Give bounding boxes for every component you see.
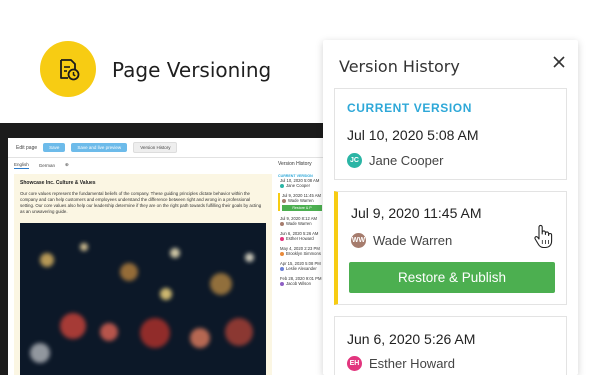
page-versioning-badge (40, 41, 96, 97)
avatar (282, 198, 286, 203)
close-icon[interactable] (551, 54, 567, 70)
sidebar-version-user: Esther Howard (286, 236, 314, 241)
avatar: JC (347, 153, 362, 168)
version-author: JC Jane Cooper (347, 153, 443, 168)
avatar (280, 251, 284, 256)
avatar (280, 221, 284, 226)
editor-content: Showcase Inc. Culture & Values Our core … (14, 174, 272, 375)
panel-title: Version History (339, 57, 460, 76)
editor-window: Edit page Save Save and live preview Ver… (8, 138, 335, 375)
version-author-name: Wade Warren (373, 233, 453, 248)
tab-english[interactable]: English (14, 162, 29, 169)
tab-german[interactable]: German (39, 163, 55, 168)
city-lights-image (20, 223, 266, 375)
sidebar-version-user: Wade Warren (286, 221, 312, 226)
avatar: WW (351, 233, 366, 248)
editor-title: Edit page (16, 144, 38, 151)
editor-toolbar: Edit page Save Save and live preview Ver… (8, 138, 335, 158)
version-author: EH Esther Howard (347, 356, 455, 371)
sidebar-version-user: Brooklyn Simmons (286, 251, 321, 256)
version-author-name: Esther Howard (369, 356, 455, 371)
sidebar-version-user: Jacob Wilson (286, 281, 311, 286)
content-paragraph: Our core values represent the fundamenta… (20, 191, 262, 214)
page: Page Versioning Edit page Save Save and … (0, 0, 600, 375)
version-history-panel: Version History CURRENT VERSION Jul 10, … (323, 40, 578, 375)
sidebar-version-user: Leslie Alexander (286, 266, 317, 271)
version-date: Jul 9, 2020 11:45 AM (351, 205, 482, 221)
current-version-label: CURRENT VERSION (347, 101, 473, 115)
avatar (280, 236, 284, 241)
restore-and-publish-button[interactable]: Restore & Publish (349, 262, 555, 293)
version-card[interactable]: Jun 6, 2020 5:26 AM EH Esther Howard (334, 316, 567, 375)
add-tab-icon[interactable]: ⊕ (65, 162, 69, 168)
page-title: Page Versioning (112, 58, 272, 82)
version-author-name: Jane Cooper (369, 153, 444, 168)
editor-language-tabs: English German ⊕ (14, 160, 69, 170)
current-version-card[interactable]: CURRENT VERSION Jul 10, 2020 5:08 AM JC … (334, 88, 567, 180)
selected-version-card[interactable]: Jul 9, 2020 11:45 AM WW Wade Warren Rest… (334, 191, 567, 305)
version-date: Jul 10, 2020 5:08 AM (347, 127, 479, 143)
version-date: Jun 6, 2020 5:26 AM (347, 331, 476, 347)
sidebar-version-user: Jane Cooper (286, 183, 310, 188)
sidebar-restore-button[interactable]: Restore & P (282, 205, 322, 211)
editor-save-button[interactable]: Save (43, 143, 66, 152)
page-clock-icon (60, 59, 80, 81)
sidebar-version-user: Wade Warren (288, 198, 314, 203)
avatar: EH (347, 356, 362, 371)
version-author: WW Wade Warren (351, 233, 452, 248)
hand-cursor-icon (534, 224, 553, 249)
avatar (280, 183, 284, 188)
content-title: Showcase Inc. Culture & Values (20, 180, 96, 186)
editor-version-history-button[interactable]: Version History (133, 142, 178, 153)
avatar (280, 281, 284, 286)
editor-preview-button[interactable]: Save and live preview (71, 143, 128, 152)
avatar (280, 266, 284, 271)
